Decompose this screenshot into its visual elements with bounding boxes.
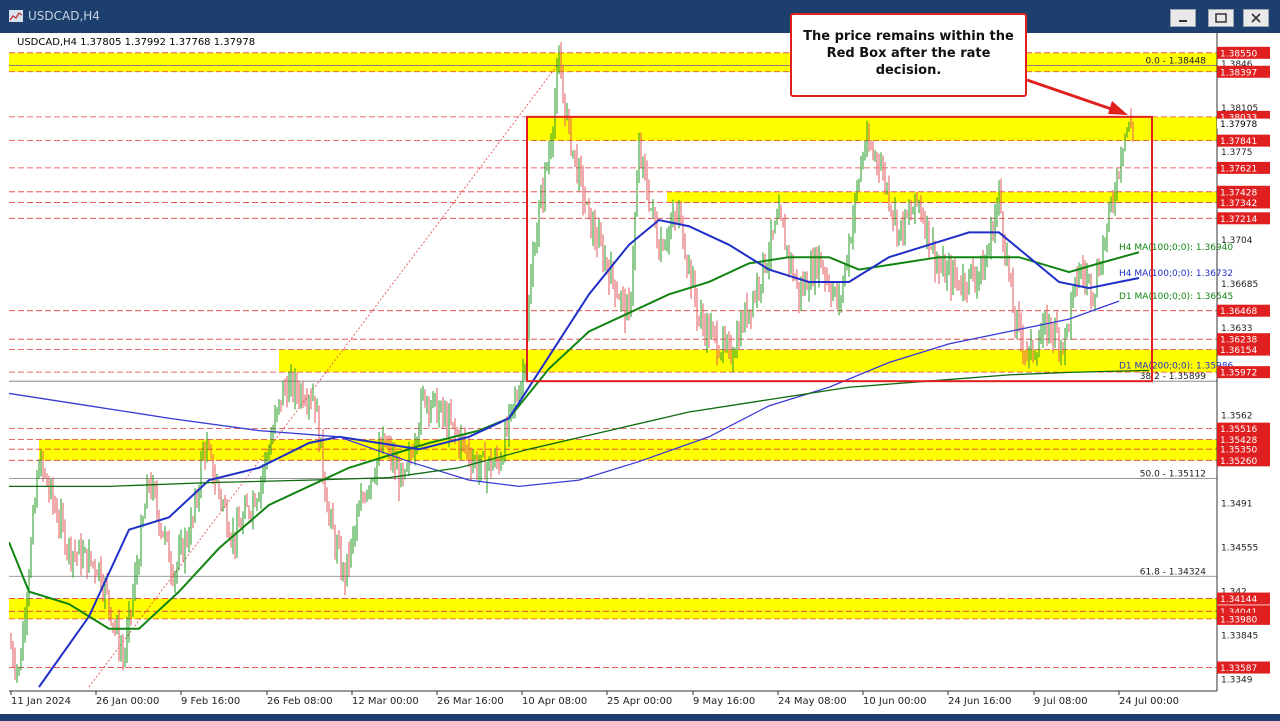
x-tick-label: 26 Mar 16:00 — [437, 696, 504, 707]
price-tag-label: 1.37841 — [1220, 137, 1257, 147]
x-tick-label: 25 Apr 00:00 — [607, 696, 672, 707]
x-tick-label: 10 Jun 00:00 — [863, 696, 927, 707]
ma-label: D1 MA(200;0;0): 1.35986 — [1119, 361, 1234, 371]
ma-label: D1 MA(100;0;0): 1.36545 — [1119, 292, 1233, 302]
price-tag-label: 1.37342 — [1220, 199, 1257, 209]
window-bottom-border — [0, 714, 1280, 721]
x-tick-label: 24 Jul 00:00 — [1119, 696, 1179, 707]
x-tick-label: 26 Jan 00:00 — [96, 696, 159, 707]
fib-level-label: 0.0 - 1.38448 — [1146, 56, 1207, 66]
price-tag-label: 1.38550 — [1220, 49, 1257, 59]
x-tick-label: 11 Jan 2024 — [11, 696, 71, 707]
chart-area[interactable]: 0.0 - 1.38448 38.2 - 1.35899 50.0 - 1.3511… — [8, 33, 1270, 714]
y-tick-label: 1.3349 — [1221, 676, 1253, 686]
red-box — [526, 115, 1153, 383]
restore-icon — [1215, 13, 1227, 23]
price-tag-label: 1.35350 — [1220, 446, 1257, 456]
y-tick-label: 1.3775 — [1221, 148, 1253, 158]
y-tick-label: 1.3491 — [1221, 500, 1253, 510]
price-tag-label: 1.33587 — [1220, 664, 1257, 674]
close-icon — [1251, 13, 1261, 23]
fib-level-label: 61.8 - 1.34324 — [1140, 567, 1206, 577]
price-chart[interactable]: 0.0 - 1.3844838.2 - 1.3589950.0 - 1.3511… — [8, 33, 1270, 714]
x-tick-label: 26 Feb 08:00 — [267, 696, 333, 707]
y-tick-label: 1.34555 — [1221, 544, 1258, 554]
y-tick-label: 1.33845 — [1221, 632, 1258, 642]
symbol-ohlc-readout: USDCAD,H4 1.37805 1.37992 1.37768 1.3797… — [17, 37, 255, 48]
x-tick-label: 9 Feb 16:00 — [181, 696, 240, 707]
price-tag-label: 1.33980 — [1220, 615, 1257, 625]
price-tag-label: 1.35972 — [1220, 369, 1257, 379]
yellow-zone — [39, 439, 1217, 461]
price-tag-label: 1.34144 — [1220, 595, 1257, 605]
price-tag-label: 1.38397 — [1220, 68, 1257, 78]
price-tag-label: 1.37621 — [1220, 164, 1257, 174]
current-price-label: 1.37978 — [1220, 120, 1257, 130]
price-tag-label: 1.37214 — [1220, 215, 1257, 225]
yellow-zone — [279, 349, 1217, 373]
close-button[interactable] — [1243, 9, 1269, 27]
yellow-zone — [9, 52, 1217, 72]
yellow-zone — [527, 116, 1217, 141]
minimize-icon — [1179, 20, 1187, 22]
minimize-button[interactable] — [1170, 9, 1196, 27]
price-tag-label: 1.36154 — [1220, 346, 1257, 356]
fib-trend-line — [88, 65, 558, 688]
annotation-text: The price remains within the Red Box aft… — [803, 29, 1014, 78]
ma-label: H4 MA(100;0;0): 1.36940 — [1119, 243, 1233, 253]
x-tick-label: 10 Apr 08:00 — [522, 696, 587, 707]
yellow-zone — [9, 598, 1217, 619]
x-tick-label: 12 Mar 00:00 — [352, 696, 419, 707]
fib-level-label: 50.0 - 1.35112 — [1140, 470, 1206, 480]
x-tick-label: 9 Jul 08:00 — [1034, 696, 1088, 707]
x-tick-label: 24 Jun 16:00 — [948, 696, 1012, 707]
y-tick-label: 1.3633 — [1221, 324, 1253, 334]
price-tag-label: 1.36468 — [1220, 307, 1257, 317]
y-tick-label: 1.3704 — [1221, 236, 1253, 246]
restore-button[interactable] — [1208, 9, 1234, 27]
chart-window-icon — [9, 10, 23, 22]
window-titlebar: USDCAD,H4 — [0, 0, 1280, 33]
annotation-box: The price remains within the Red Box aft… — [790, 13, 1027, 97]
x-tick-label: 9 May 16:00 — [693, 696, 755, 707]
price-tag-label: 1.35260 — [1220, 457, 1257, 467]
yellow-zone — [667, 191, 1217, 203]
y-tick-label: 1.3562 — [1221, 412, 1253, 422]
y-tick-label: 1.36685 — [1221, 280, 1258, 290]
ma-label: H4 MA(100;0;0): 1.36732 — [1119, 269, 1233, 279]
x-tick-label: 24 May 08:00 — [778, 696, 847, 707]
window-title: USDCAD,H4 — [28, 9, 100, 23]
